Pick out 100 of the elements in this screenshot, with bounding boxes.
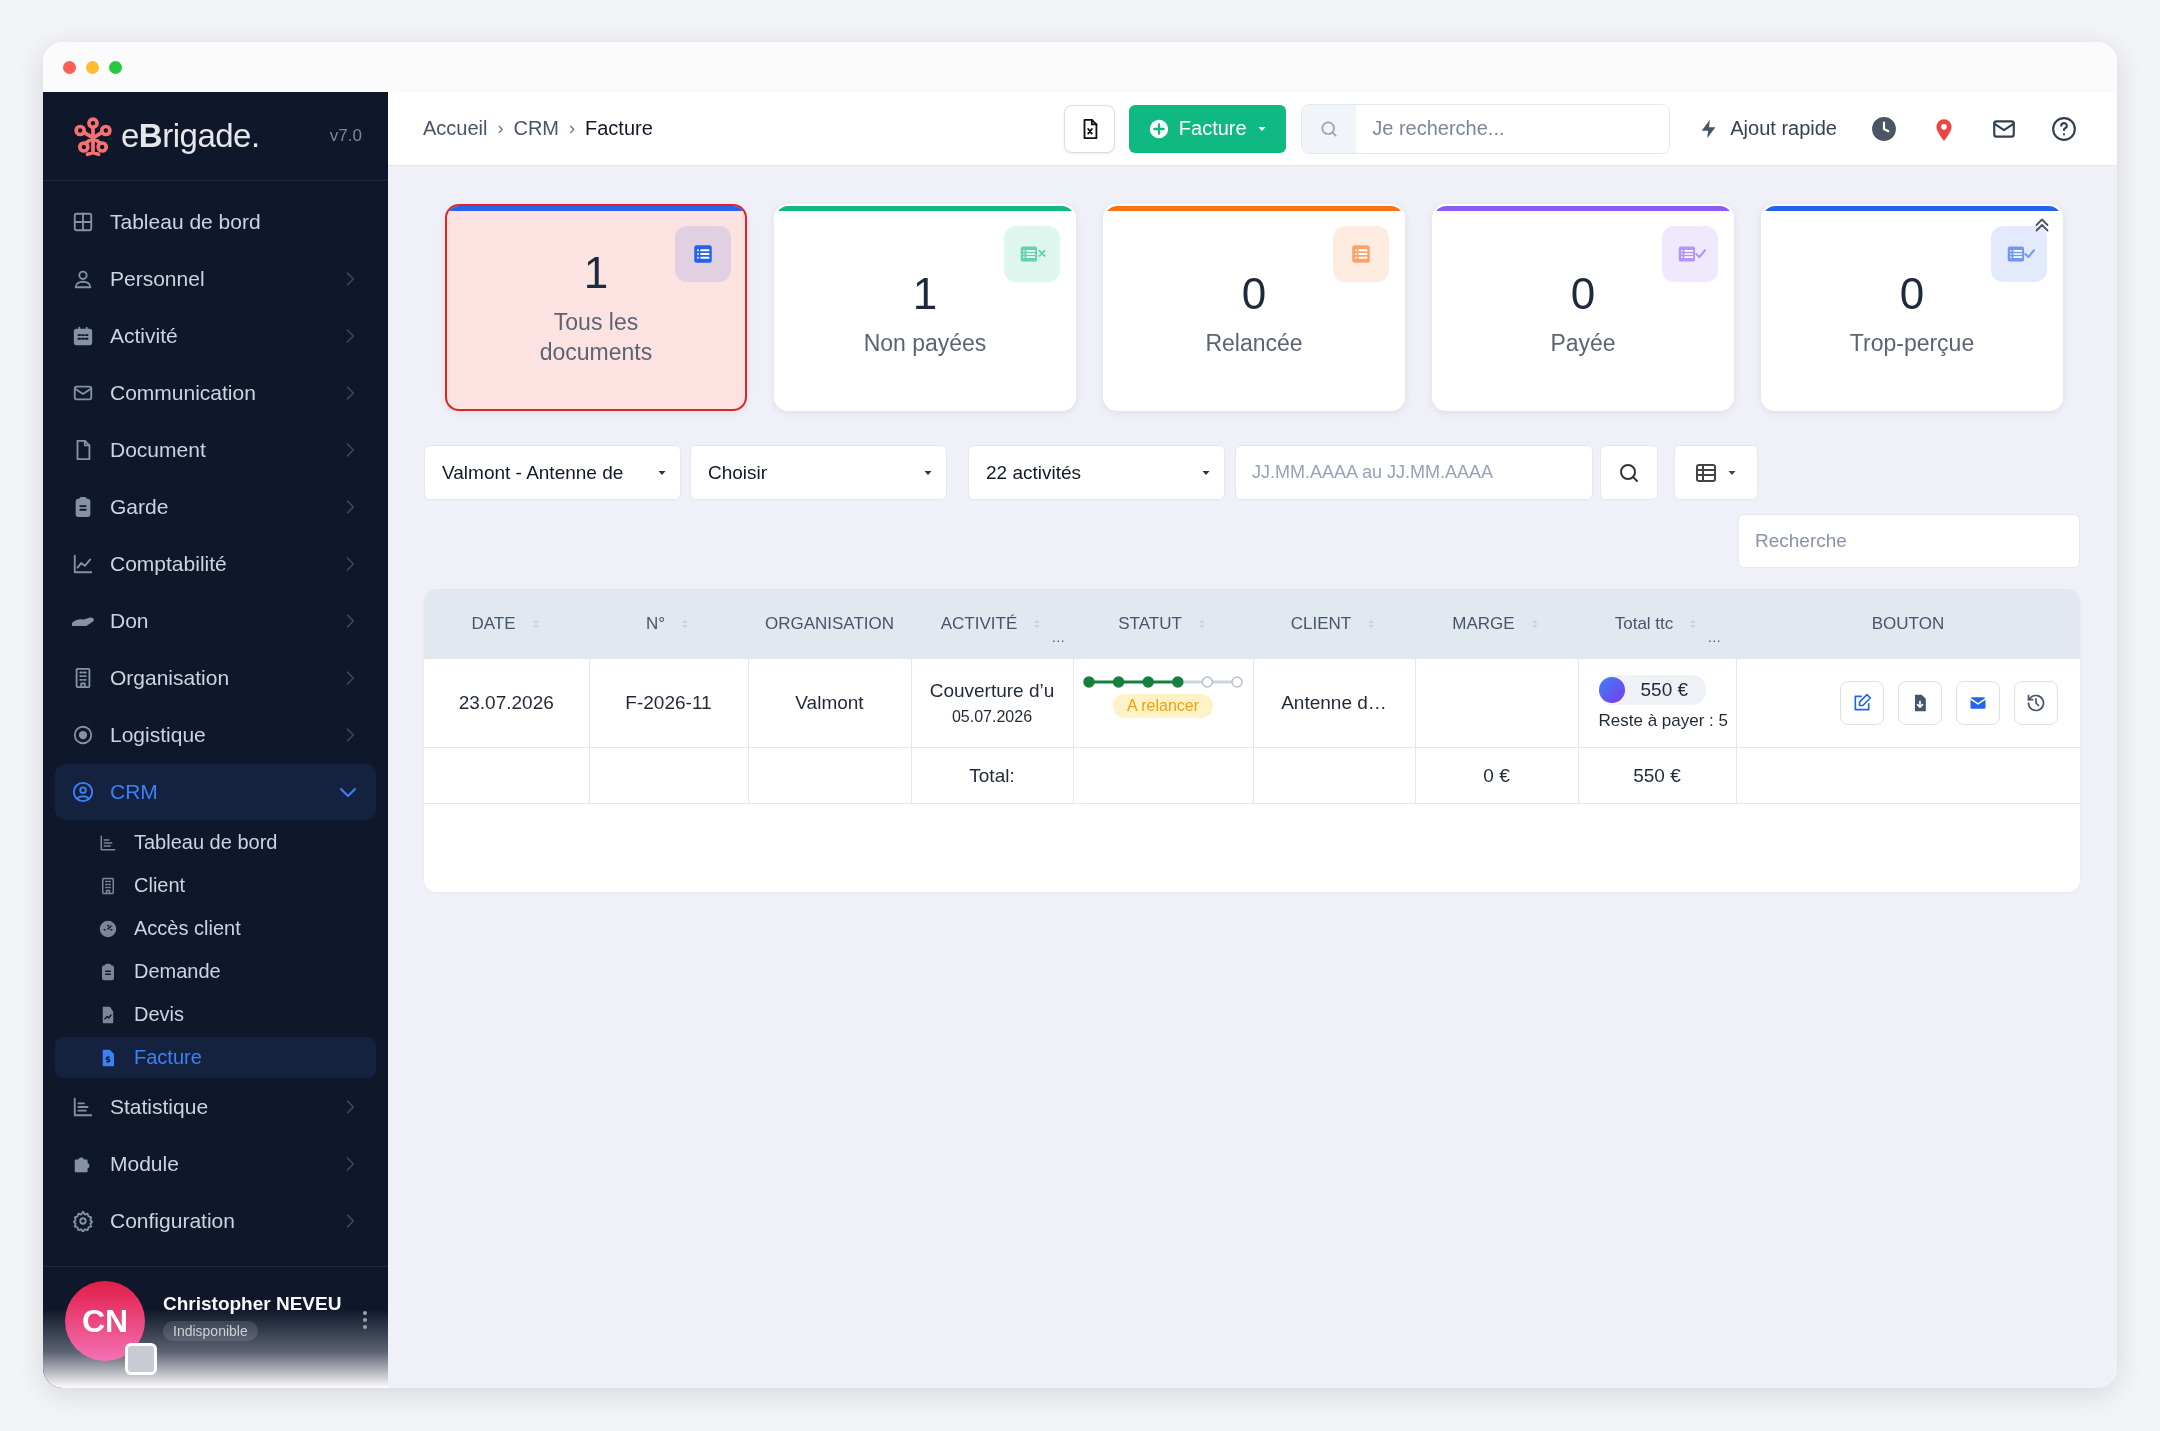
- total-label: Total:: [969, 764, 1015, 786]
- table-cell: 550 €: [1633, 764, 1681, 786]
- settings-icon: [72, 1210, 94, 1232]
- more-icon[interactable]: [362, 1311, 368, 1329]
- sidebar-item[interactable]: Organisation: [55, 650, 376, 706]
- maximize-dot[interactable]: [109, 60, 122, 74]
- hand-icon: [72, 616, 94, 626]
- table-cell: Valmont: [795, 692, 864, 713]
- sidebar-item[interactable]: Personnel: [55, 251, 376, 307]
- card-label: Relancée: [1204, 328, 1304, 358]
- breadcrumb-separator: ›: [497, 118, 504, 139]
- count-value: 0: [1241, 268, 1267, 319]
- logo-icon: [71, 114, 115, 158]
- quick-add-button[interactable]: Ajout rapide: [1698, 117, 1837, 140]
- user-status: Indisponible: [163, 1321, 258, 1341]
- download-button[interactable]: [1898, 681, 1942, 725]
- column-header[interactable]: DATE: [471, 614, 516, 634]
- type-select[interactable]: Choisir: [690, 445, 947, 500]
- column-header[interactable]: ACTIVITÉ: [940, 614, 1018, 634]
- user-name: Christopher NEVEU: [163, 1293, 342, 1315]
- sidebar-item[interactable]: Document: [55, 422, 376, 478]
- sidebar-item[interactable]: Logistique: [55, 707, 376, 763]
- card-label: Tous les documents: [538, 307, 654, 367]
- sidebar-item[interactable]: Module: [55, 1136, 376, 1192]
- submenu-item[interactable]: Demande: [55, 951, 376, 992]
- activity-name: Couverture d’u: [929, 680, 1055, 702]
- remaining-text: Reste à payer : 5: [1598, 711, 1728, 731]
- sidebar-item[interactable]: Configuration: [55, 1193, 376, 1249]
- stat-card[interactable]: 0 Relancée: [1103, 204, 1405, 411]
- count-value: 1: [912, 268, 938, 319]
- column-header[interactable]: CLIENT: [1290, 614, 1352, 634]
- help-icon[interactable]: [2051, 115, 2077, 142]
- date-range-field[interactable]: JJ.MM.AAAA au JJ.MM.AAAA: [1235, 445, 1593, 500]
- search-button[interactable]: [1600, 445, 1658, 500]
- column-header[interactable]: N°: [645, 614, 666, 634]
- card-label: Trop-perçue: [1848, 328, 1976, 358]
- edit-icon: [1852, 693, 1872, 713]
- column-header[interactable]: Total ttc: [1614, 614, 1674, 634]
- bar-list-icon: [72, 1096, 94, 1118]
- sidebar-item[interactable]: CRM: [55, 764, 376, 820]
- column-header[interactable]: ORGANISATION: [764, 614, 895, 634]
- sidebar-item[interactable]: Communication: [55, 365, 376, 421]
- submenu-item[interactable]: Tableau de bord: [55, 822, 376, 863]
- user-circle-icon: [72, 781, 94, 803]
- email-button[interactable]: [1956, 681, 2000, 725]
- history-icon: [2026, 693, 2046, 713]
- stat-card[interactable]: 1 Non payées: [774, 204, 1076, 411]
- column-header[interactable]: BOUTON: [1871, 614, 1945, 634]
- sidebar-item[interactable]: Garde: [55, 479, 376, 535]
- gauge-icon: [99, 919, 117, 938]
- close-dot[interactable]: [63, 60, 76, 74]
- status-badge: [125, 1343, 157, 1375]
- table-search-field[interactable]: Recherche: [1738, 514, 2080, 568]
- stat-card[interactable]: 1 Tous les documents: [445, 204, 747, 411]
- activity-select[interactable]: 22 activités: [968, 445, 1225, 500]
- user-icon: [72, 268, 94, 290]
- activity-date: 05.07.2026: [951, 708, 1033, 726]
- status-badge: A relancer: [1112, 694, 1213, 718]
- export-button[interactable]: [1064, 104, 1116, 153]
- column-header[interactable]: MARGE: [1452, 614, 1515, 634]
- breadcrumb-separator: ›: [569, 118, 576, 139]
- submenu-item[interactable]: Accès client: [55, 908, 376, 949]
- edit-button[interactable]: [1840, 681, 1884, 725]
- sidebar-item[interactable]: Tableau de bord: [55, 194, 376, 250]
- line-chart-icon: [72, 553, 94, 575]
- breadcrumb-link[interactable]: Accueil: [423, 117, 488, 140]
- clock-icon[interactable]: [1871, 115, 1897, 142]
- card-label: Payée: [1549, 328, 1617, 358]
- minimize-dot[interactable]: [86, 60, 99, 74]
- count-value: 0: [1899, 268, 1925, 319]
- submenu-item[interactable]: Facture: [55, 1037, 376, 1078]
- calendar-icon: [72, 325, 94, 347]
- amount-pill: 550 €: [1598, 675, 1707, 705]
- breadcrumb-current: Facture: [585, 117, 653, 140]
- version-label: v7.0: [329, 126, 362, 146]
- payment-dot-icon: [1598, 677, 1625, 703]
- clipboard-icon: [99, 962, 117, 981]
- stat-card[interactable]: 0 Payée: [1432, 204, 1734, 411]
- sidebar-item[interactable]: Activité: [55, 308, 376, 364]
- stat-card[interactable]: 0 Trop-perçue: [1761, 204, 2063, 411]
- column-menu[interactable]: …: [1707, 629, 1722, 645]
- sidebar-item[interactable]: Don: [55, 593, 376, 649]
- card-label: Non payées: [862, 328, 988, 358]
- count-value: 1: [583, 247, 609, 298]
- organisation-select[interactable]: Valmont - Antenne de: [424, 445, 681, 500]
- logo-text: eBrigade.: [121, 117, 260, 155]
- submenu-item[interactable]: Devis: [55, 994, 376, 1035]
- sidebar-item[interactable]: Statistique: [55, 1079, 376, 1135]
- column-menu[interactable]: …: [1051, 629, 1066, 645]
- column-header[interactable]: STATUT: [1118, 614, 1182, 634]
- breadcrumb-link[interactable]: CRM: [513, 117, 560, 140]
- sidebar-item[interactable]: Comptabilité: [55, 536, 376, 592]
- table-cell: 23.07.2026: [458, 692, 554, 713]
- plus-circle-icon: [1147, 117, 1170, 140]
- view-toggle-button[interactable]: [1674, 445, 1758, 500]
- submenu-item[interactable]: Client: [55, 865, 376, 906]
- history-button[interactable]: [2014, 681, 2058, 725]
- bar-list-icon: [99, 833, 117, 852]
- search-field[interactable]: Je recherche...: [1301, 103, 1671, 154]
- target-icon: [72, 724, 94, 746]
